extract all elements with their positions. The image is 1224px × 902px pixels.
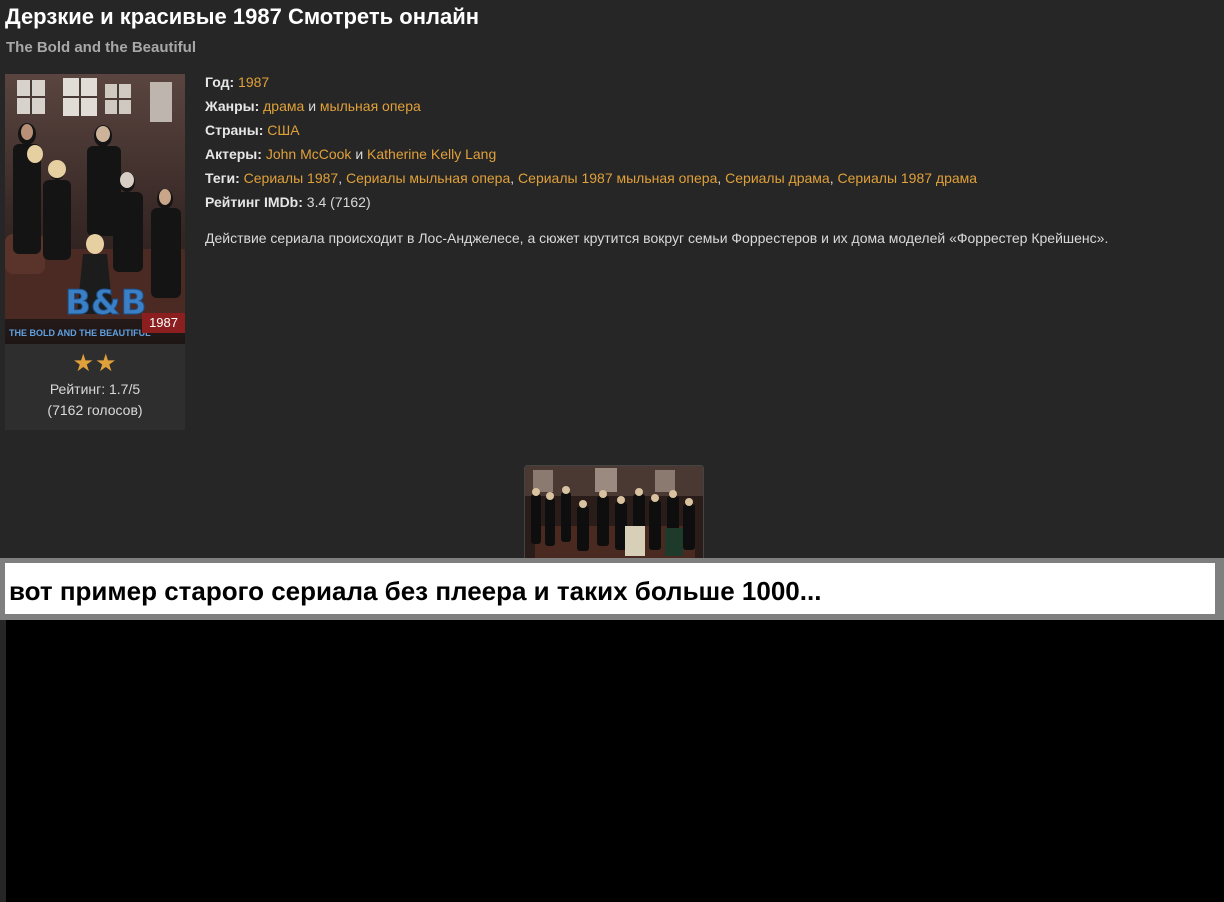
rating-text: Рейтинг: 1.7/5 xyxy=(49,381,141,397)
thumbnail-image xyxy=(525,466,703,566)
tag-separator: , xyxy=(717,170,726,186)
imdb-label: Рейтинг IMDb: xyxy=(205,194,303,210)
tag-separator: , xyxy=(338,170,346,186)
genre-link[interactable]: драма xyxy=(263,98,304,114)
poster-card: B&B THE BOLD AND THE BEAUTIFUL 1987 ★★ Р… xyxy=(5,74,185,430)
screenshot-thumbnail[interactable] xyxy=(524,465,704,567)
actor-link[interactable]: Katherine Kelly Lang xyxy=(367,146,496,162)
tag-separator: , xyxy=(510,170,519,186)
countries-label: Страны: xyxy=(205,122,264,138)
info-imdb: Рейтинг IMDb: 3.4 (7162) xyxy=(205,193,977,217)
rating-stars[interactable]: ★★ xyxy=(5,351,185,377)
player-area xyxy=(6,620,1224,902)
tag-link[interactable]: Сериалы драма xyxy=(725,170,830,186)
overlay-box: вот пример старого сериала без плеера и … xyxy=(5,563,1215,614)
info-countries: Страны: США xyxy=(205,121,977,145)
tag-link[interactable]: Сериалы 1987 мыльная опера xyxy=(518,170,717,186)
genre-link[interactable]: мыльная опера xyxy=(320,98,421,114)
votes-text: (7162 голосов) xyxy=(47,402,143,418)
genres-label: Жанры: xyxy=(205,98,260,114)
original-title: The Bold and the Beautiful xyxy=(6,39,196,56)
info-actors: Актеры: John McCook и Katherine Kelly La… xyxy=(205,145,977,169)
page: Дерзкие и красивые 1987 Смотреть онлайн … xyxy=(0,0,1224,902)
poster-logo: B&B xyxy=(65,283,146,323)
description: Действие сериала происходит в Лос-Анджел… xyxy=(205,230,1109,246)
page-title: Дерзкие и красивые 1987 Смотреть онлайн xyxy=(5,4,480,29)
and-word: и xyxy=(308,98,317,114)
poster-artwork: B&B THE BOLD AND THE BEAUTIFUL xyxy=(5,74,185,344)
poster-image[interactable]: B&B THE BOLD AND THE BEAUTIFUL xyxy=(5,74,185,344)
and-word: и xyxy=(355,146,364,162)
year-link[interactable]: 1987 xyxy=(238,74,269,90)
info-tags: Теги: Сериалы 1987, Сериалы мыльная опер… xyxy=(205,169,977,193)
tag-link[interactable]: Сериалы мыльная опера xyxy=(346,170,510,186)
year-badge: 1987 xyxy=(142,313,185,333)
tags-label: Теги: xyxy=(205,170,240,186)
actors-label: Актеры: xyxy=(205,146,262,162)
overlay-text: вот пример старого сериала без плеера и … xyxy=(9,576,822,606)
year-label: Год: xyxy=(205,74,235,90)
overlay-banner: вот пример старого сериала без плеера и … xyxy=(0,558,1224,620)
actor-link[interactable]: John McCook xyxy=(266,146,352,162)
info-genres: Жанры: драма и мыльная опера xyxy=(205,97,977,121)
country-link[interactable]: США xyxy=(267,122,299,138)
poster-caption: THE BOLD AND THE BEAUTIFUL xyxy=(9,328,151,338)
info-year: Год: 1987 xyxy=(205,73,977,97)
tag-link[interactable]: Сериалы 1987 xyxy=(244,170,339,186)
info-list: Год: 1987 Жанры: драма и мыльная опера С… xyxy=(205,73,977,217)
imdb-value: 3.4 (7162) xyxy=(306,194,371,210)
tag-link[interactable]: Сериалы 1987 драма xyxy=(837,170,977,186)
